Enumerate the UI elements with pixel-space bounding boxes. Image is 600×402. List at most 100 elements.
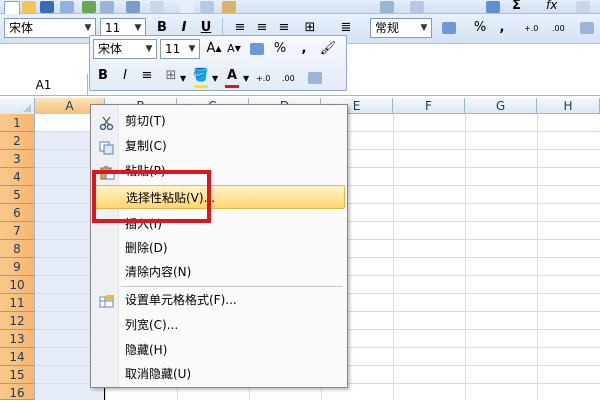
- merge-cells-icon[interactable]: [308, 72, 322, 84]
- chevron-down-icon[interactable]: ▼: [180, 74, 186, 83]
- mini-increase-decimal-button[interactable]: +.0: [256, 74, 270, 83]
- mini-font-name-value: 宋体: [98, 42, 123, 56]
- chevron-down-icon[interactable]: ▼: [144, 40, 154, 58]
- row-header-2[interactable]: 2: [0, 132, 35, 150]
- row-header-1[interactable]: 1: [0, 114, 35, 132]
- mini-italic-button[interactable]: I: [115, 66, 135, 86]
- copy-toolbar-icon[interactable]: [200, 1, 214, 13]
- decrease-decimal-button[interactable]: .00: [552, 24, 565, 33]
- chevron-down-icon[interactable]: ▼: [243, 74, 249, 83]
- menu-item-label: 清除内容(N): [125, 265, 192, 279]
- mini-font-size-value: 11: [165, 42, 181, 56]
- row-header-15[interactable]: 15: [0, 366, 35, 384]
- row-header-6[interactable]: 6: [0, 204, 35, 222]
- column-header-f[interactable]: F: [393, 98, 465, 114]
- scissors-icon: [99, 114, 115, 131]
- mini-percent-button[interactable]: %: [270, 39, 290, 59]
- open-icon[interactable]: [22, 1, 36, 13]
- paste-toolbar-icon[interactable]: [222, 1, 236, 13]
- menu-item-label: 列宽(C)...: [125, 318, 179, 332]
- research-icon[interactable]: [150, 1, 164, 13]
- print-preview-icon[interactable]: [100, 1, 114, 13]
- save-icon[interactable]: [40, 1, 54, 13]
- menu-item-label: 删除(D): [125, 241, 168, 255]
- standard-toolbar: Σ fx: [0, 0, 600, 15]
- mini-bold-button[interactable]: B: [93, 66, 113, 86]
- redo-icon[interactable]: [410, 1, 424, 13]
- fill-color-swatch: [194, 85, 208, 88]
- column-header-h[interactable]: H: [537, 98, 600, 114]
- fill-color-icon[interactable]: 🪣: [191, 66, 211, 86]
- menu-item-format-cells[interactable]: 设置单元格格式(F)...: [93, 288, 345, 312]
- row-header-12[interactable]: 12: [0, 312, 35, 330]
- menu-item-label: 取消隐藏(U): [125, 367, 192, 381]
- currency-icon[interactable]: [442, 22, 456, 34]
- column-header-g[interactable]: G: [465, 98, 537, 114]
- mini-font-name-combo[interactable]: 宋体 ▼: [93, 39, 157, 59]
- chevron-down-icon[interactable]: ▼: [419, 19, 429, 37]
- menu-item-unhide[interactable]: 取消隐藏(U): [93, 362, 345, 386]
- shrink-font-button[interactable]: A▼: [224, 39, 244, 59]
- context-menu: 剪切(T) 复制(C) 粘贴(P) 选择性粘贴(V)... 插入(I) 删除(D…: [90, 104, 348, 388]
- row-header-3[interactable]: 3: [0, 150, 35, 168]
- row-header-4[interactable]: 4: [0, 168, 35, 186]
- name-box[interactable]: A1: [0, 74, 88, 96]
- menu-separator: [121, 286, 343, 287]
- undo-icon[interactable]: [380, 1, 394, 13]
- row-header-8[interactable]: 8: [0, 240, 35, 258]
- row-header-7[interactable]: 7: [0, 222, 35, 240]
- row-header-9[interactable]: 9: [0, 258, 35, 276]
- font-name-combo[interactable]: 宋体 ▼: [4, 18, 96, 38]
- font-name-value: 宋体: [9, 21, 34, 35]
- mini-align-center-icon[interactable]: ≡: [137, 66, 157, 86]
- row-header-11[interactable]: 11: [0, 294, 35, 312]
- menu-item-delete[interactable]: 删除(D): [93, 236, 345, 260]
- format-cells-icon: [99, 293, 115, 308]
- row-header-16[interactable]: 16: [0, 384, 35, 400]
- mini-font-color-button[interactable]: A: [222, 66, 242, 86]
- select-all-button[interactable]: [0, 98, 35, 114]
- chevron-down-icon[interactable]: ▼: [212, 74, 218, 83]
- row-header-13[interactable]: 13: [0, 330, 35, 348]
- mini-decrease-decimal-button[interactable]: .00: [282, 74, 295, 83]
- format-painter-icon[interactable]: 🖌: [318, 39, 338, 59]
- mini-comma-button[interactable]: ,: [294, 39, 314, 59]
- grow-font-button[interactable]: A▲: [204, 39, 224, 59]
- menu-item-label: 隐藏(H): [125, 343, 168, 357]
- mini-toolbar: 宋体 ▼ 11 ▼ A▲ A▼ % , 🖌 B I ≡ ⊞ ▼ 🪣 ▼ A ▼ …: [89, 35, 347, 91]
- sort-icon[interactable]: [576, 1, 590, 13]
- percent-style-button[interactable]: %: [470, 18, 490, 38]
- comma-style-button[interactable]: ,: [492, 18, 512, 38]
- font-color-swatch: [225, 85, 239, 88]
- chevron-down-icon[interactable]: ▼: [187, 40, 197, 58]
- row-header-5[interactable]: 5: [0, 186, 35, 204]
- menu-item-label: 剪切(T): [125, 114, 166, 128]
- row-header-14[interactable]: 14: [0, 348, 35, 366]
- cut-icon[interactable]: [180, 1, 194, 13]
- insert-function-button[interactable]: fx: [546, 0, 557, 12]
- spelling-icon[interactable]: [126, 1, 140, 13]
- menu-item-label: 设置单元格格式(F)...: [125, 293, 237, 307]
- permission-icon[interactable]: [60, 1, 74, 13]
- number-format-value: 常规: [375, 21, 400, 35]
- indent-icon[interactable]: [580, 22, 594, 34]
- menu-item-clear-contents[interactable]: 清除内容(N): [93, 260, 345, 284]
- menu-item-copy[interactable]: 复制(C): [93, 134, 345, 158]
- number-format-combo[interactable]: 常规 ▼: [370, 18, 432, 38]
- borders-icon[interactable]: ⊞: [161, 66, 181, 86]
- print-icon[interactable]: [82, 1, 96, 13]
- menu-item-column-width[interactable]: 列宽(C)...: [93, 313, 345, 337]
- menu-item-label: 复制(C): [125, 139, 167, 153]
- increase-decimal-button[interactable]: +.0: [524, 24, 538, 33]
- font-size-value: 11: [105, 21, 121, 35]
- autosum-button[interactable]: Σ: [512, 0, 521, 13]
- new-icon[interactable]: [4, 1, 20, 15]
- copy-icon: [99, 139, 115, 155]
- highlight-annotation-box: [92, 170, 211, 223]
- row-header-10[interactable]: 10: [0, 276, 35, 294]
- hyperlink-icon[interactable]: [486, 1, 500, 13]
- currency-icon[interactable]: [250, 43, 264, 55]
- menu-item-cut[interactable]: 剪切(T): [93, 109, 345, 133]
- mini-font-size-combo[interactable]: 11 ▼: [160, 39, 200, 59]
- menu-item-hide[interactable]: 隐藏(H): [93, 338, 345, 362]
